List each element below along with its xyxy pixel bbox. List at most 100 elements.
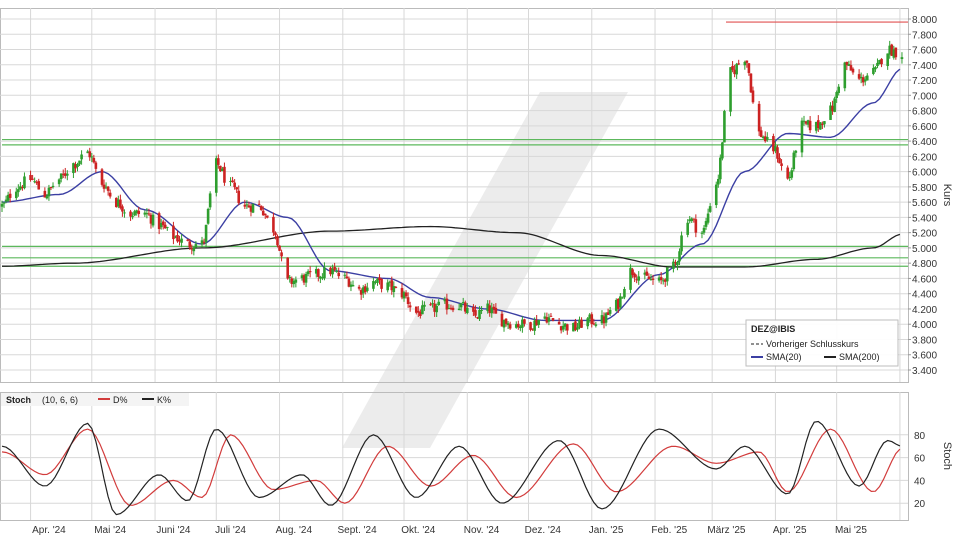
stoch-params: (10, 6, 6) bbox=[42, 395, 78, 405]
candle-down bbox=[565, 324, 569, 331]
stoch-grid bbox=[0, 392, 909, 521]
candle-down bbox=[408, 305, 412, 308]
candle-down bbox=[286, 257, 290, 279]
candle-down bbox=[851, 68, 855, 73]
candle-down bbox=[894, 47, 898, 58]
candle-up bbox=[708, 206, 712, 212]
candle-down bbox=[147, 213, 151, 215]
candle-up bbox=[206, 208, 210, 224]
candle-up bbox=[437, 301, 441, 306]
candle-down bbox=[121, 206, 124, 212]
candle-down bbox=[278, 245, 281, 251]
stoch-tick-label: 60 bbox=[914, 454, 926, 465]
candle-down bbox=[880, 58, 883, 65]
price-tick-label: 5.000 bbox=[912, 244, 937, 255]
candle-up bbox=[335, 270, 338, 272]
x-tick-label: Aug. '24 bbox=[276, 525, 313, 536]
candle-down bbox=[380, 278, 383, 289]
candle-down bbox=[651, 278, 655, 280]
candle-up bbox=[586, 318, 589, 327]
candle-down bbox=[31, 178, 34, 180]
candle-down bbox=[231, 180, 234, 183]
price-tick-label: 6.000 bbox=[912, 168, 937, 179]
candle-down bbox=[129, 211, 132, 217]
candle-down bbox=[523, 319, 526, 324]
candle-up bbox=[665, 267, 669, 282]
candle-up bbox=[80, 154, 83, 160]
x-tick-label: Apr. '24 bbox=[32, 525, 66, 536]
candle-down bbox=[161, 221, 165, 226]
candle-down bbox=[337, 272, 341, 277]
candle-up bbox=[706, 213, 710, 223]
candle-up bbox=[365, 287, 369, 291]
price-axis-label: Kurs bbox=[941, 184, 953, 207]
candle-up bbox=[735, 63, 738, 75]
price-tick-label: 7.200 bbox=[912, 76, 937, 87]
candle-up bbox=[76, 164, 79, 168]
candle-down bbox=[508, 324, 512, 329]
candle-up bbox=[204, 224, 208, 243]
candle-up bbox=[323, 267, 326, 279]
candle-down bbox=[276, 236, 279, 246]
candle-down bbox=[233, 182, 236, 188]
price-y-axis: 8.000 7.800 7.600 7.400 7.200 7.000 6.800 6.600… bbox=[908, 15, 953, 377]
candle-down bbox=[494, 307, 498, 314]
candle-down bbox=[345, 276, 349, 279]
price-tick-label: 7.800 bbox=[912, 30, 937, 41]
price-tick-label: 8.000 bbox=[912, 15, 937, 26]
candle-up bbox=[351, 284, 355, 287]
candle-up bbox=[0, 204, 4, 207]
candle-up bbox=[702, 227, 706, 233]
candle-down bbox=[333, 266, 336, 270]
x-tick-label: Juni '24 bbox=[156, 525, 191, 536]
candle-down bbox=[186, 239, 190, 241]
candle-down bbox=[106, 186, 110, 191]
candle-up bbox=[823, 121, 826, 125]
candle-up bbox=[680, 235, 683, 252]
candle-up bbox=[423, 304, 426, 307]
candle-down bbox=[580, 319, 583, 328]
candle-up bbox=[2, 202, 6, 204]
stoch-header: Stoch (10, 6, 6) D% K% bbox=[1, 393, 189, 406]
stoch-title: Stoch bbox=[6, 395, 31, 405]
candle-down bbox=[317, 269, 320, 277]
candle-down bbox=[100, 169, 104, 185]
candle-up bbox=[886, 53, 889, 67]
candle-up bbox=[245, 204, 249, 206]
candle-up bbox=[33, 181, 36, 183]
legend-title: DEZ@IBIS bbox=[751, 324, 795, 334]
stoch-series-K bbox=[1, 420, 901, 516]
stoch-y-axis: 80 60 40 20 Stoch bbox=[914, 431, 953, 510]
candle-down bbox=[188, 241, 192, 248]
price-tick-label: 7.400 bbox=[912, 61, 937, 72]
candle-up bbox=[792, 152, 796, 170]
candle-down bbox=[265, 215, 269, 218]
candle-down bbox=[504, 318, 508, 324]
price-tick-label: 7.600 bbox=[912, 46, 937, 57]
candle-up bbox=[714, 184, 718, 206]
candle-down bbox=[274, 232, 277, 236]
stoch-lines bbox=[1, 420, 901, 516]
candle-up bbox=[716, 179, 720, 185]
candle-down bbox=[263, 213, 267, 216]
candle-up bbox=[874, 67, 877, 70]
legend-box: DEZ@IBIS Vorheriger Schlusskurs SMA(20) SMA… bbox=[745, 319, 899, 367]
candle-down bbox=[406, 297, 410, 304]
candle-up bbox=[465, 307, 469, 314]
price-tick-label: 6.800 bbox=[912, 107, 937, 118]
candle-down bbox=[786, 167, 789, 179]
candle-down bbox=[757, 103, 761, 132]
candle-up bbox=[900, 57, 904, 60]
legend-sma20-label: SMA(20) bbox=[766, 352, 802, 362]
candle-up bbox=[686, 222, 689, 235]
x-tick-label: Juli '24 bbox=[215, 525, 246, 536]
price-tick-label: 5.600 bbox=[912, 198, 937, 209]
candle-down bbox=[137, 210, 141, 215]
price-tick-label: 4.400 bbox=[912, 290, 937, 301]
candle-up bbox=[165, 226, 169, 228]
candle-down bbox=[235, 187, 238, 190]
stoch-tick-label: 20 bbox=[914, 499, 926, 510]
candle-down bbox=[759, 130, 763, 137]
candle-up bbox=[131, 216, 134, 218]
candle-up bbox=[151, 214, 155, 226]
